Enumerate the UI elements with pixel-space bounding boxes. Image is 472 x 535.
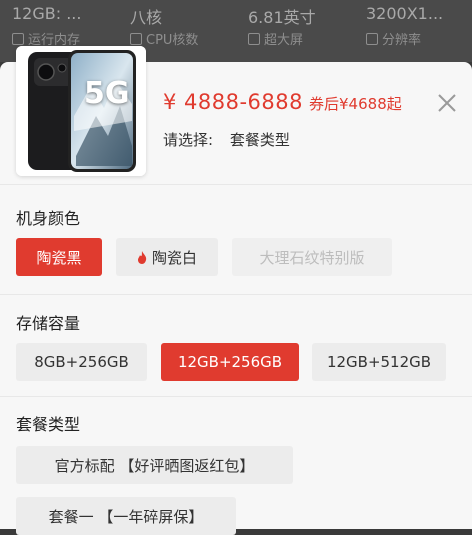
spec-values-row: 12GB: ... 八核 6.81英寸 3200X1... (0, 4, 472, 28)
package-option-standard[interactable]: 官方标配 【好评晒图返红包】 (16, 446, 293, 484)
storage-option-12gb-512gb[interactable]: 12GB+512GB (312, 343, 446, 381)
color-option-marble-special[interactable]: 大理石纹特别版 (232, 238, 392, 276)
coupon-price: 券后¥4688起 (309, 95, 402, 113)
select-prompt: 请选择: (163, 131, 214, 149)
storage-option-12gb-256gb[interactable]: 12GB+256GB (161, 343, 299, 381)
sku-selector-sheet: 5G ¥ 4888-6888 券后¥4688起 请选择: 套餐类型 机身颜色 陶… (0, 46, 472, 535)
spec-screen-value: 6.81英寸 (248, 8, 316, 27)
spec-screen-label: 超大屏 (236, 29, 354, 48)
color-option-ceramic-black[interactable]: 陶瓷黑 (16, 238, 102, 276)
screen-icon (248, 32, 260, 45)
spec-resolution-value: 3200X1... (366, 4, 444, 23)
close-icon (438, 94, 456, 112)
close-button[interactable] (434, 90, 460, 116)
package-section-title: 套餐类型 (16, 415, 81, 434)
spec-cpu-value: 八核 (130, 8, 163, 27)
price-range: ¥ 4888-6888 (163, 90, 304, 114)
storage-section-title: 存储容量 (16, 314, 81, 333)
resolution-icon (366, 32, 378, 45)
price-line: ¥ 4888-6888 券后¥4688起 (163, 90, 402, 114)
5g-badge: 5G (84, 76, 130, 111)
flame-icon (137, 250, 147, 264)
package-option-plan-one[interactable]: 套餐一 【一年碎屏保】 (16, 497, 236, 535)
color-section-title: 机身颜色 (16, 209, 81, 228)
spec-resolution-label: 分辨率 (354, 29, 472, 48)
storage-option-8gb-256gb[interactable]: 8GB+256GB (16, 343, 147, 381)
spec-ram-value: 12GB: ... (12, 4, 82, 23)
select-value: 套餐类型 (229, 131, 290, 149)
phone-image (16, 46, 146, 176)
memory-icon (12, 32, 24, 45)
product-thumbnail[interactable]: 5G (16, 46, 146, 176)
divider (0, 396, 472, 397)
divider (0, 184, 472, 185)
divider (0, 294, 472, 295)
color-option-ceramic-white[interactable]: 陶瓷白 (116, 238, 218, 276)
cpu-icon (130, 32, 142, 45)
selection-summary: 请选择: 套餐类型 (163, 129, 290, 150)
